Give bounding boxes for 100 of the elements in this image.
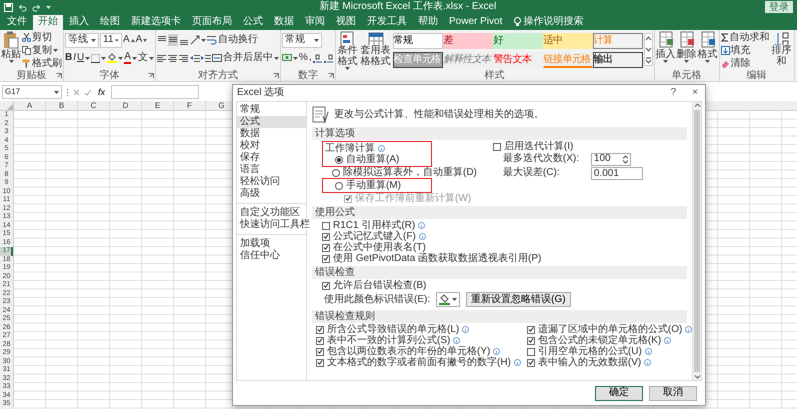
clear-button[interactable]: 清除 bbox=[720, 57, 770, 70]
checkbox[interactable] bbox=[492, 142, 501, 150]
ribbon-tab[interactable]: 开始 bbox=[33, 15, 63, 30]
font-size-dropdown[interactable]: 11 bbox=[100, 32, 122, 48]
checkbox[interactable] bbox=[322, 244, 330, 252]
checkbox[interactable] bbox=[316, 336, 324, 344]
nav-item[interactable]: 公式 bbox=[237, 116, 306, 128]
column-header[interactable]: A bbox=[14, 101, 46, 110]
nav-item[interactable]: 常规 bbox=[237, 104, 306, 116]
ribbon-tab[interactable]: 公式 bbox=[238, 15, 268, 30]
increase-indent-icon[interactable] bbox=[200, 53, 211, 63]
checkbox[interactable] bbox=[316, 348, 324, 356]
checkbox[interactable] bbox=[322, 254, 330, 262]
merge-center-button[interactable]: 合并后居中 bbox=[212, 52, 279, 64]
cell-style-option[interactable]: 好 bbox=[492, 33, 543, 49]
italic-button[interactable]: I bbox=[73, 52, 76, 64]
save-icon[interactable] bbox=[4, 2, 13, 12]
ribbon-tab[interactable]: 页面布局 bbox=[187, 15, 237, 30]
column-header[interactable]: C bbox=[78, 101, 110, 110]
tell-me-search[interactable]: 操作说明搜索 bbox=[523, 16, 584, 28]
format-cells-button[interactable]: 格式 bbox=[698, 31, 718, 63]
radio-button[interactable] bbox=[332, 168, 340, 176]
align-middle-icon[interactable] bbox=[168, 34, 178, 44]
scrollbar[interactable] bbox=[692, 102, 701, 380]
nav-item[interactable]: 自定义功能区 bbox=[237, 207, 306, 219]
ribbon-tab[interactable]: 文件 bbox=[2, 15, 32, 30]
checkbox[interactable] bbox=[322, 282, 330, 290]
dialog-button[interactable]: 取消 bbox=[649, 386, 697, 400]
paste-button[interactable]: 粘贴 bbox=[1, 31, 21, 63]
sort-filter-button[interactable]: 排序和 bbox=[770, 31, 793, 67]
ribbon-tab[interactable]: Power Pivot bbox=[444, 15, 508, 30]
decrease-indent-icon[interactable] bbox=[190, 53, 200, 63]
launcher-icon[interactable] bbox=[56, 72, 62, 78]
decrease-decimal-icon[interactable] bbox=[324, 54, 334, 62]
conditional-formatting-button[interactable]: 条件格式 bbox=[336, 31, 359, 70]
insert-cells-button[interactable]: 插入 bbox=[656, 31, 676, 63]
comma-style-button[interactable]: , bbox=[308, 52, 312, 64]
scroll-up-icon[interactable] bbox=[644, 34, 652, 43]
nav-item[interactable]: 校对 bbox=[237, 140, 306, 152]
cell-style-option[interactable]: 解释性文本 bbox=[442, 52, 493, 68]
number-spinner[interactable]: 100 bbox=[590, 152, 631, 166]
checkbox[interactable] bbox=[526, 348, 535, 356]
dialog-button[interactable]: 确定 bbox=[595, 386, 643, 400]
cell-style-option[interactable]: 常规 bbox=[392, 33, 443, 49]
column-header[interactable]: B bbox=[46, 101, 78, 110]
nav-item[interactable]: 加载项 bbox=[237, 238, 306, 250]
increase-decimal-icon[interactable] bbox=[312, 54, 323, 62]
align-left-icon[interactable] bbox=[156, 53, 167, 63]
column-header[interactable]: F bbox=[174, 101, 206, 110]
nav-item[interactable]: 保存 bbox=[237, 152, 306, 164]
borders-button[interactable] bbox=[91, 52, 106, 64]
checkbox[interactable] bbox=[526, 326, 535, 334]
insert-function-button[interactable]: fx bbox=[96, 86, 108, 98]
sign-in-button[interactable]: 登录 bbox=[765, 1, 793, 13]
cell-style-option[interactable]: 输出 bbox=[592, 52, 643, 68]
ribbon-tab[interactable]: 审阅 bbox=[300, 15, 330, 30]
ribbon-tab[interactable]: 插入 bbox=[64, 15, 94, 30]
launcher-icon[interactable] bbox=[148, 72, 154, 78]
wrap-text-button[interactable]: 自动换行 bbox=[206, 34, 258, 46]
fill-color-button[interactable] bbox=[107, 52, 124, 64]
orientation-icon[interactable] bbox=[190, 35, 200, 45]
radio-button[interactable] bbox=[335, 182, 343, 190]
align-center-icon[interactable] bbox=[168, 53, 178, 63]
reset-ignored-errors-button[interactable]: 重新设置忽略错误(G) bbox=[466, 292, 571, 307]
ribbon-tab[interactable]: 开发工具 bbox=[362, 15, 412, 30]
launcher-icon[interactable] bbox=[328, 72, 334, 78]
help-button[interactable]: ? bbox=[668, 87, 680, 99]
delete-cells-button[interactable]: 删除 bbox=[676, 31, 697, 63]
font-name-dropdown[interactable]: 等线 bbox=[65, 32, 99, 48]
scroll-down-icon[interactable] bbox=[644, 45, 652, 54]
increase-font-size-button[interactable]: A bbox=[123, 34, 135, 46]
nav-item[interactable]: 轻松访问 bbox=[237, 176, 306, 188]
radio-button[interactable] bbox=[335, 156, 343, 164]
font-color-button[interactable]: A bbox=[124, 52, 137, 64]
redo-icon[interactable] bbox=[32, 2, 41, 12]
phonetic-button[interactable]: 文 bbox=[138, 52, 154, 64]
ribbon-tab[interactable]: 新建选项卡 bbox=[126, 15, 186, 30]
more-icon[interactable] bbox=[644, 56, 652, 65]
nav-item[interactable]: 语言 bbox=[237, 164, 306, 176]
decrease-font-size-button[interactable]: A bbox=[136, 34, 148, 46]
column-header[interactable]: E bbox=[142, 101, 174, 110]
checkbox[interactable] bbox=[526, 358, 535, 366]
nav-item[interactable]: 高级 bbox=[237, 188, 306, 200]
cell-style-option[interactable]: 适中 bbox=[542, 33, 593, 49]
autosum-button[interactable]: 自动求和 bbox=[720, 31, 770, 44]
align-right-icon[interactable] bbox=[178, 53, 189, 63]
cell-style-option[interactable]: 差 bbox=[442, 33, 493, 49]
undo-icon[interactable] bbox=[18, 2, 27, 12]
caret-icon[interactable] bbox=[46, 6, 51, 8]
nav-item[interactable]: 信任中心 bbox=[237, 250, 306, 262]
format-as-table-button[interactable]: 套用表格格式 bbox=[360, 31, 392, 67]
color-picker-button[interactable] bbox=[436, 292, 460, 307]
input-field[interactable]: 0.001 bbox=[590, 166, 643, 180]
formula-input[interactable] bbox=[111, 85, 200, 99]
ribbon-tab[interactable]: 帮助 bbox=[413, 15, 443, 30]
column-header[interactable]: D bbox=[110, 101, 142, 110]
number-format-dropdown[interactable]: 常规 bbox=[282, 32, 322, 48]
checkbox[interactable] bbox=[316, 326, 324, 334]
name-box[interactable]: G17 bbox=[2, 85, 62, 99]
checkbox[interactable] bbox=[322, 222, 330, 230]
